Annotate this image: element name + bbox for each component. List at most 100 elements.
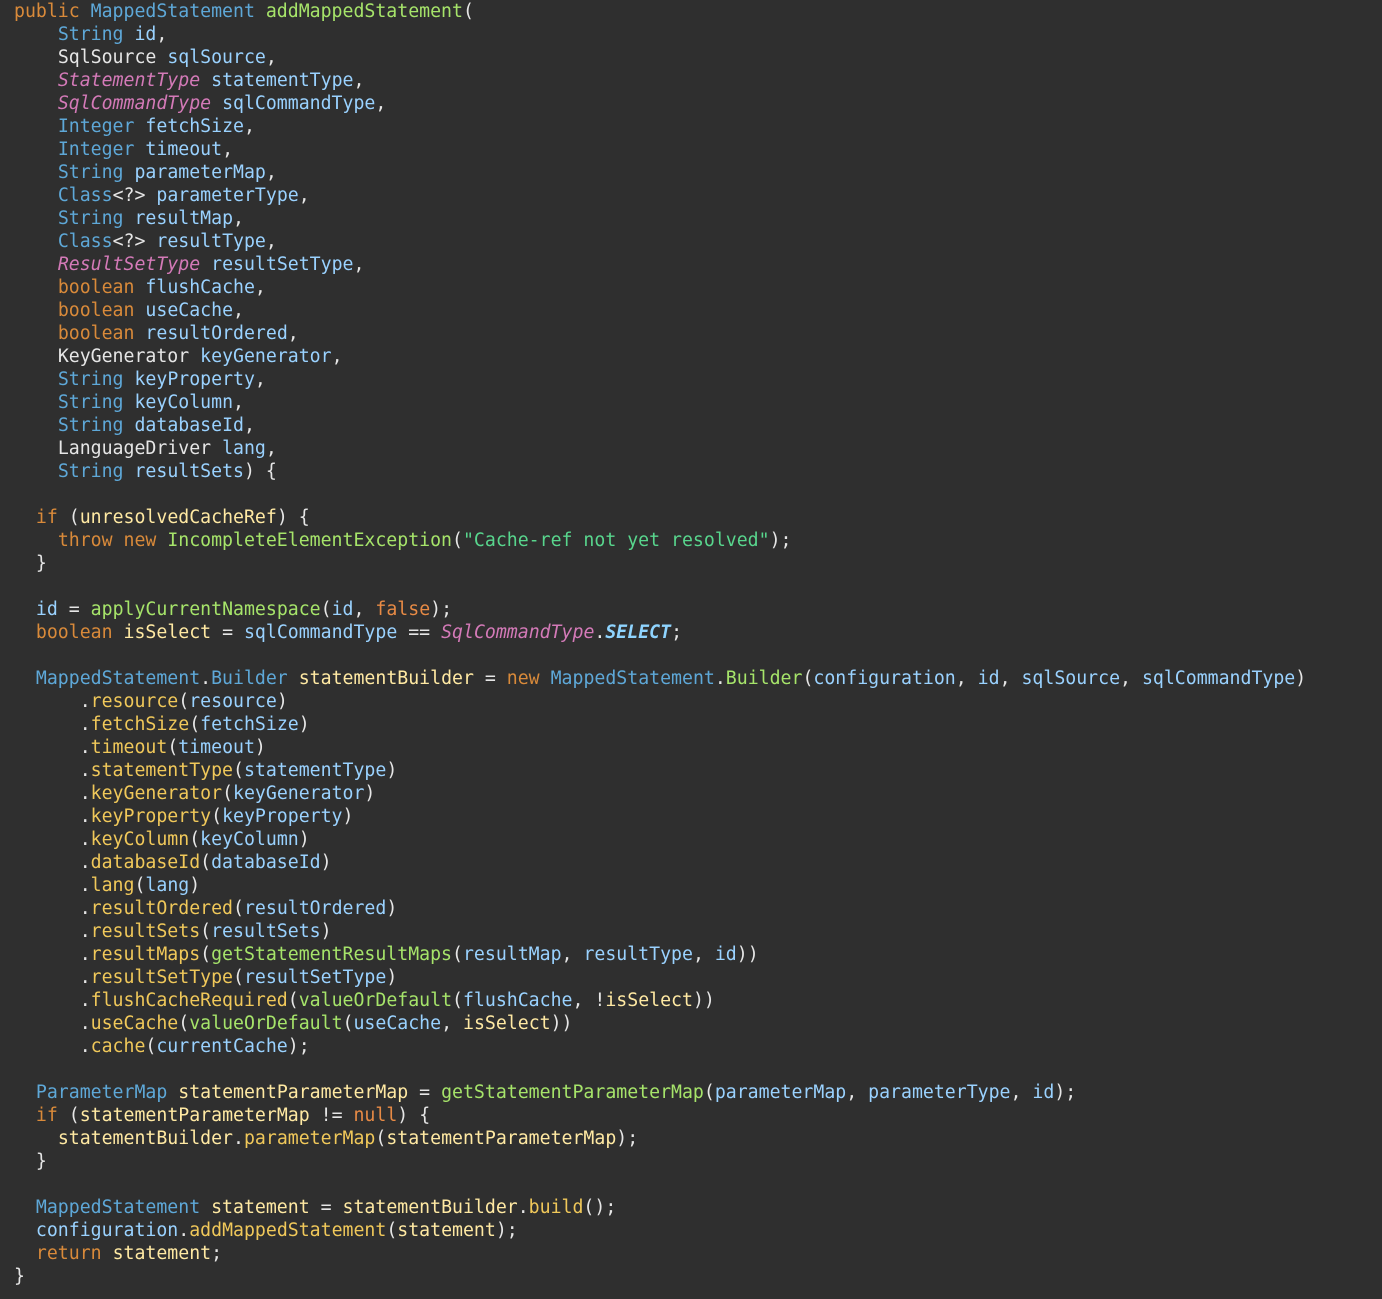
keyword-token: boolean	[57, 300, 146, 321]
code-line[interactable]: .timeout(timeout)	[14, 736, 1382, 759]
code-line[interactable]: throw new IncompleteElementException("Ca…	[14, 529, 1382, 552]
code-line[interactable]: Integer timeout,	[14, 138, 1382, 161]
code-line[interactable]: .cache(currentCache);	[14, 1035, 1382, 1058]
type-token: Class	[57, 185, 113, 206]
code-line[interactable]: KeyGenerator keyGenerator,	[14, 345, 1382, 368]
punctuation-token: (	[375, 1128, 387, 1149]
punctuation-token: =	[419, 1082, 442, 1103]
code-line[interactable]: .lang(lang)	[14, 874, 1382, 897]
identifier-token: statementType	[211, 70, 354, 91]
code-line[interactable]: String id,	[14, 23, 1382, 46]
code-line[interactable]: return statement;	[14, 1242, 1382, 1265]
code-line[interactable]	[14, 644, 1382, 667]
code-line[interactable]: .useCache(valueOrDefault(useCache, isSel…	[14, 1012, 1382, 1035]
code-body[interactable]: public MappedStatement addMappedStatemen…	[14, 0, 1382, 1288]
code-line[interactable]	[14, 483, 1382, 506]
code-line[interactable]: }	[14, 1265, 1382, 1288]
code-line[interactable]: .resultOrdered(resultOrdered)	[14, 897, 1382, 920]
punctuation-token: ,	[1120, 668, 1142, 689]
code-line[interactable]: .keyColumn(keyColumn)	[14, 828, 1382, 851]
code-line[interactable]: .databaseId(databaseId)	[14, 851, 1382, 874]
punctuation-token: ,	[441, 1013, 463, 1034]
code-line[interactable]: boolean isSelect = sqlCommandType == Sql…	[14, 621, 1382, 644]
punctuation-token: (	[200, 921, 212, 942]
type-token: Class	[57, 231, 113, 252]
variable-token: isSelect	[463, 1013, 551, 1034]
punctuation-token	[14, 47, 58, 68]
code-line[interactable]: StatementType statementType,	[14, 69, 1382, 92]
code-line[interactable]: .resultSetType(resultSetType)	[14, 966, 1382, 989]
method-token: resultSetType	[90, 967, 234, 988]
enum-type-token: SqlCommandType	[441, 622, 595, 643]
code-line[interactable]: }	[14, 552, 1382, 575]
code-line[interactable]: String databaseId,	[14, 414, 1382, 437]
identifier-token: resultSets	[134, 461, 244, 482]
method-token: resultSets	[90, 921, 201, 942]
code-line[interactable]: String resultMap,	[14, 207, 1382, 230]
code-editor[interactable]: public MappedStatement addMappedStatemen…	[0, 0, 1382, 1299]
code-line[interactable]: if (statementParameterMap != null) {	[14, 1104, 1382, 1127]
code-line[interactable]: .fetchSize(fetchSize)	[14, 713, 1382, 736]
code-line[interactable]: .keyGenerator(keyGenerator)	[14, 782, 1382, 805]
code-line[interactable]: .resource(resource)	[14, 690, 1382, 713]
punctuation-token: (	[386, 1220, 398, 1241]
code-line[interactable]: boolean flushCache,	[14, 276, 1382, 299]
identifier-token: fetchSize	[145, 116, 244, 137]
punctuation-token: ,	[243, 116, 255, 137]
punctuation-token	[14, 1243, 36, 1264]
code-line[interactable]: public MappedStatement addMappedStatemen…	[14, 0, 1382, 23]
code-line[interactable]: .flushCacheRequired(valueOrDefault(flush…	[14, 989, 1382, 1012]
punctuation-token	[14, 93, 58, 114]
code-line[interactable]	[14, 1173, 1382, 1196]
code-line[interactable]: }	[14, 1150, 1382, 1173]
punctuation-token: ,	[561, 944, 584, 965]
code-line[interactable]: if (unresolvedCacheRef) {	[14, 506, 1382, 529]
code-line[interactable]: MappedStatement.Builder statementBuilder…	[14, 667, 1382, 690]
code-line[interactable]: Class<?> resultType,	[14, 230, 1382, 253]
punctuation-token: .	[200, 668, 212, 689]
punctuation-token: (	[452, 530, 463, 551]
code-line[interactable]: id = applyCurrentNamespace(id, false);	[14, 598, 1382, 621]
punctuation-token: (	[200, 944, 212, 965]
code-line[interactable]: Class<?> parameterType,	[14, 184, 1382, 207]
code-line[interactable]: ParameterMap statementParameterMap = get…	[14, 1081, 1382, 1104]
keyword-token: return	[35, 1243, 113, 1264]
identifier-token: flushCache	[145, 277, 255, 298]
punctuation-token: =	[68, 599, 91, 620]
code-line[interactable]: String keyProperty,	[14, 368, 1382, 391]
code-line[interactable]: String parameterMap,	[14, 161, 1382, 184]
code-line[interactable]: String keyColumn,	[14, 391, 1382, 414]
code-line[interactable]: SqlCommandType sqlCommandType,	[14, 92, 1382, 115]
enum-type-token: ResultSetType	[57, 254, 212, 275]
punctuation-token: ,	[298, 185, 310, 206]
code-line[interactable]: .statementType(statementType)	[14, 759, 1382, 782]
code-line[interactable]: .keyProperty(keyProperty)	[14, 805, 1382, 828]
punctuation-token	[14, 530, 58, 551]
code-line[interactable]: boolean resultOrdered,	[14, 322, 1382, 345]
punctuation-token: ,	[254, 369, 266, 390]
code-line[interactable]	[14, 575, 1382, 598]
punctuation-token: .	[14, 829, 91, 850]
variable-token: statement	[112, 1243, 212, 1264]
method-call-token: applyCurrentNamespace	[90, 599, 321, 620]
variable-token: statementParameterMap	[178, 1082, 420, 1103]
code-line[interactable]: LanguageDriver lang,	[14, 437, 1382, 460]
code-line[interactable]: MappedStatement statement = statementBui…	[14, 1196, 1382, 1219]
code-line[interactable]: statementBuilder.parameterMap(statementP…	[14, 1127, 1382, 1150]
code-line[interactable]: Integer fetchSize,	[14, 115, 1382, 138]
punctuation-token: (	[178, 1013, 190, 1034]
punctuation-token: )	[320, 852, 332, 873]
code-line[interactable]: String resultSets) {	[14, 460, 1382, 483]
code-line[interactable]: boolean useCache,	[14, 299, 1382, 322]
code-line[interactable]: configuration.addMappedStatement(stateme…	[14, 1219, 1382, 1242]
code-line[interactable]: .resultSets(resultSets)	[14, 920, 1382, 943]
keyword-token: throw new	[57, 530, 168, 551]
keyword-token: public	[14, 1, 91, 22]
literal-token: null	[353, 1105, 398, 1126]
code-line[interactable]: ResultSetType resultSetType,	[14, 253, 1382, 276]
code-line[interactable]: SqlSource sqlSource,	[14, 46, 1382, 69]
code-line[interactable]: .resultMaps(getStatementResultMaps(resul…	[14, 943, 1382, 966]
code-line[interactable]	[14, 1058, 1382, 1081]
punctuation-token: ,	[233, 208, 244, 229]
identifier-token: resultSets	[211, 921, 321, 942]
